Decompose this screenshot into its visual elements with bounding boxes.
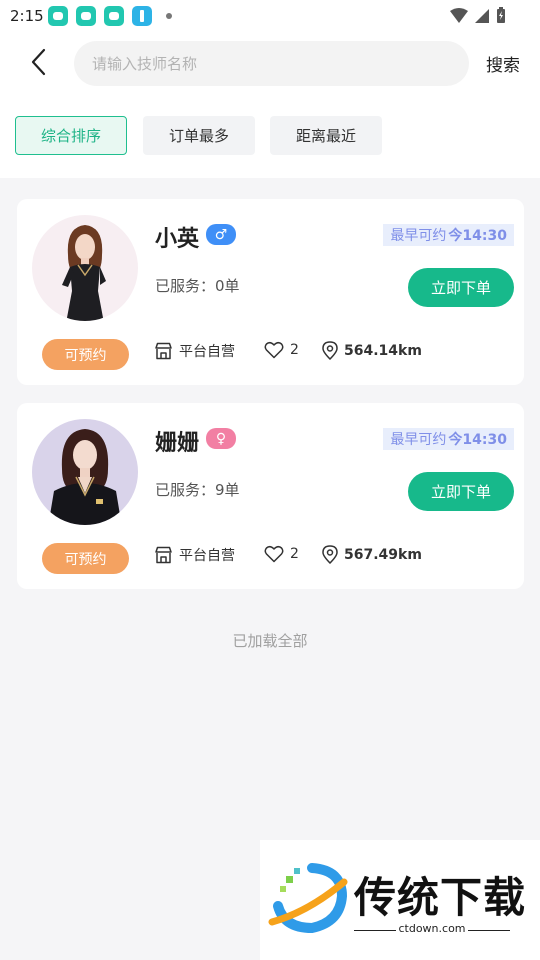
chevron-left-icon (31, 48, 46, 76)
avatar (32, 419, 138, 525)
available-button[interactable]: 可预约 (42, 543, 129, 574)
tab-nearest[interactable]: 距离最近 (270, 116, 382, 155)
heart-icon (264, 341, 284, 359)
car-app-icon (76, 6, 96, 26)
female-icon: ♀ (206, 428, 236, 449)
likes-count: 2 (290, 546, 299, 562)
distance: 567.49km (322, 545, 422, 564)
search-input[interactable] (92, 54, 452, 73)
store-icon (155, 342, 172, 360)
technician-name: 小英 (155, 227, 200, 252)
technician-card[interactable]: 小英 ♂ 最早可约 今14:30 已服务：0单 立即下单 可预约 平台自营 2 … (17, 199, 524, 385)
car-app-icon (48, 6, 68, 26)
likes[interactable]: 2 (264, 341, 299, 359)
watermark-subtitle: ctdown.com (398, 922, 466, 935)
earliest-label: 最早可约 (390, 432, 447, 448)
watermark-logo (268, 863, 348, 934)
search-box[interactable] (74, 41, 469, 86)
tab-most-orders[interactable]: 订单最多 (143, 116, 255, 155)
likes[interactable]: 2 (264, 545, 299, 563)
male-icon: ♂ (206, 224, 236, 245)
technician-name: 姗姗 (155, 431, 200, 456)
served-label: 已服务： (155, 277, 216, 295)
order-now-button[interactable]: 立即下单 (408, 472, 514, 511)
earliest-time: 今14:30 (448, 228, 507, 244)
watermark: 传统下载 ctdown.com (260, 840, 540, 960)
distance: 564.14km (322, 341, 422, 360)
status-bar: 2:15 (0, 0, 540, 32)
earliest-label: 最早可约 (390, 228, 447, 244)
distance-value: 564.14km (344, 342, 422, 359)
store-icon (155, 546, 172, 564)
wifi-icon (450, 7, 468, 23)
car-app-icon (104, 6, 124, 26)
likes-count: 2 (290, 342, 299, 358)
heart-icon (264, 545, 284, 563)
battery-icon (497, 7, 505, 23)
order-now-button[interactable]: 立即下单 (408, 268, 514, 307)
signal-icon (475, 8, 489, 23)
served-count: 已服务：0单 (155, 275, 240, 296)
earliest-appointment-tag: 最早可约 今14:30 (383, 428, 514, 450)
location-pin-icon (322, 341, 338, 360)
shop-label: 平台自营 (179, 344, 235, 360)
served-value: 9单 (215, 481, 240, 499)
served-count: 已服务：9单 (155, 479, 240, 500)
search-button[interactable]: 搜索 (486, 51, 520, 76)
available-button[interactable]: 可预约 (42, 339, 129, 370)
served-label: 已服务： (155, 481, 216, 499)
shop-info: 平台自营 (154, 341, 235, 361)
avatar (32, 215, 138, 321)
watermark-divider (468, 930, 510, 931)
more-notifications-dot (166, 13, 172, 19)
back-button[interactable] (22, 46, 54, 78)
earliest-time: 今14:30 (448, 432, 507, 448)
technician-card[interactable]: 姗姗 ♀ 最早可约 今14:30 已服务：9单 立即下单 可预约 平台自营 2 … (17, 403, 524, 589)
tab-comprehensive[interactable]: 综合排序 (15, 116, 127, 155)
shop-label: 平台自营 (179, 548, 235, 564)
status-time: 2:15 (10, 7, 44, 25)
watermark-title: 传统下载 (354, 873, 527, 922)
list-end-text: 已加载全部 (232, 632, 308, 650)
info-app-icon (132, 6, 152, 26)
earliest-appointment-tag: 最早可约 今14:30 (383, 224, 514, 246)
served-value: 0单 (215, 277, 240, 295)
shop-info: 平台自营 (154, 545, 235, 565)
location-pin-icon (322, 545, 338, 564)
status-notification-icons (48, 6, 172, 26)
distance-value: 567.49km (344, 546, 422, 563)
status-indicators (450, 7, 506, 24)
